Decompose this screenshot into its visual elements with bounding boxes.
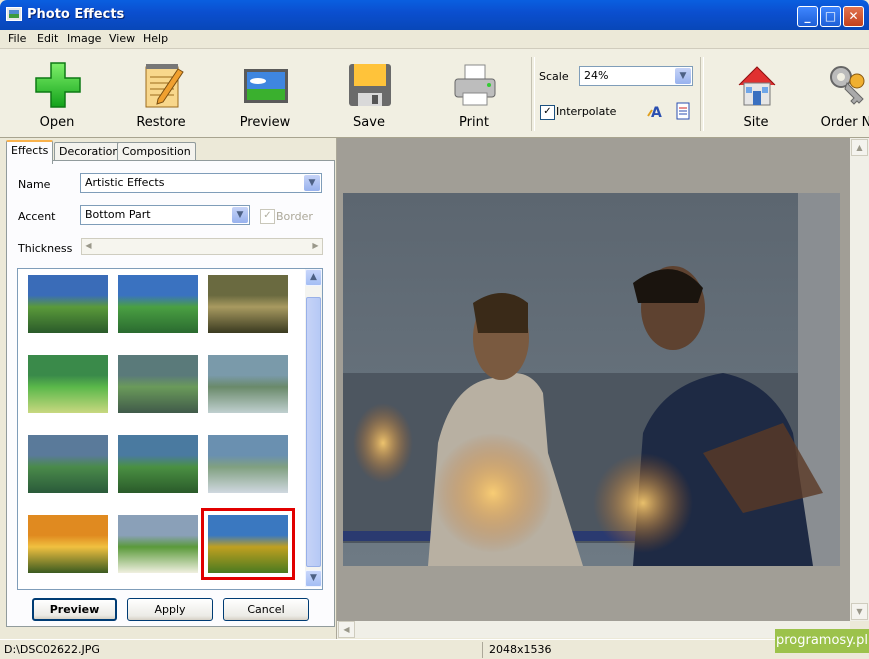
- effect-thumbnail[interactable]: [28, 515, 108, 573]
- chevron-down-icon[interactable]: ▼: [232, 207, 248, 223]
- preview-horizontal-scrollbar[interactable]: ◀: [337, 621, 850, 638]
- preview-button[interactable]: Preview: [32, 598, 117, 621]
- scroll-down-button[interactable]: ▼: [305, 570, 322, 587]
- border-checkbox[interactable]: ✓: [260, 209, 275, 224]
- thickness-label: Thickness: [18, 242, 73, 255]
- effect-thumbnail[interactable]: [118, 275, 198, 333]
- save-button[interactable]: Save: [324, 57, 414, 135]
- effect-thumbnail[interactable]: [201, 508, 295, 580]
- scroll-down-button[interactable]: ▼: [851, 603, 868, 620]
- name-label: Name: [18, 178, 51, 191]
- effect-thumbnail[interactable]: [208, 355, 288, 413]
- menu-view[interactable]: View: [109, 32, 135, 45]
- preview-image: [343, 193, 840, 566]
- scroll-thumb[interactable]: [306, 297, 321, 567]
- toolbar-separator: [700, 57, 704, 131]
- effects-panel: Effects Decoration Composition Name Arti…: [0, 138, 337, 639]
- effect-thumbnail[interactable]: [118, 355, 198, 413]
- effect-name-select[interactable]: Artistic Effects ▼: [80, 173, 322, 193]
- toolbar-separator: [531, 57, 535, 131]
- preview-toolbar-button[interactable]: Preview: [220, 57, 310, 135]
- notepad-pencil-icon: [145, 64, 184, 108]
- effect-thumbnail[interactable]: [28, 275, 108, 333]
- plus-icon: [35, 62, 81, 108]
- watermark-badge: programosy.pl: [775, 629, 869, 653]
- window-title: Photo Effects: [27, 7, 125, 22]
- scroll-up-button[interactable]: ▲: [305, 269, 322, 286]
- menu-file[interactable]: File: [8, 32, 26, 45]
- minimize-button[interactable]: _: [797, 6, 818, 27]
- chevron-down-icon[interactable]: ▼: [675, 68, 691, 84]
- interpolate-checkbox[interactable]: ✓: [540, 105, 555, 120]
- menu-bar: File Edit Image View Help: [0, 30, 869, 49]
- chevron-left-icon[interactable]: ◀: [83, 240, 94, 251]
- interpolate-label: Interpolate: [556, 105, 617, 118]
- toolbar: Open Restore Preview Save Print Scale 24…: [0, 49, 869, 138]
- order-button[interactable]: Order N: [801, 57, 869, 135]
- chevron-right-icon[interactable]: ▶: [310, 240, 321, 251]
- image-preview-area: [337, 138, 850, 621]
- menu-help[interactable]: Help: [143, 32, 168, 45]
- menu-image[interactable]: Image: [67, 32, 101, 45]
- scale-label: Scale: [539, 70, 569, 83]
- thumbnail-scrollbar[interactable]: ▲ ▼: [305, 269, 322, 587]
- accent-select[interactable]: Bottom Part ▼: [80, 205, 250, 225]
- effect-thumbnail[interactable]: [208, 435, 288, 493]
- effect-thumbnail[interactable]: [118, 435, 198, 493]
- scroll-up-button[interactable]: ▲: [851, 139, 868, 156]
- close-button[interactable]: ✕: [843, 6, 864, 27]
- floppy-disk-icon: [349, 64, 391, 106]
- tab-decoration[interactable]: Decoration: [54, 142, 125, 162]
- restore-button[interactable]: Restore: [116, 57, 206, 135]
- effect-thumbnail[interactable]: [208, 275, 288, 333]
- printer-icon: [454, 64, 496, 106]
- tab-composition[interactable]: Composition: [117, 142, 196, 162]
- menu-edit[interactable]: Edit: [37, 32, 58, 45]
- status-image-size: 2048x1536: [482, 642, 552, 658]
- site-button[interactable]: Site: [711, 57, 801, 135]
- app-icon: [6, 7, 22, 21]
- status-file-path: D:\DSC02622.JPG: [4, 643, 100, 656]
- maximize-button[interactable]: □: [820, 6, 841, 27]
- open-button[interactable]: Open: [12, 57, 102, 135]
- tab-effects[interactable]: Effects: [6, 140, 54, 164]
- border-label: Border: [276, 210, 313, 223]
- house-icon: [738, 66, 776, 106]
- cancel-button[interactable]: Cancel: [223, 598, 309, 621]
- effect-thumbnail[interactable]: [28, 355, 108, 413]
- effect-thumbnail-list: ▲ ▼: [17, 268, 323, 590]
- document-icon[interactable]: [675, 102, 691, 120]
- status-bar: D:\DSC02622.JPG 2048x1536: [0, 639, 869, 659]
- keys-icon: [830, 66, 865, 105]
- thickness-slider[interactable]: ◀ ▶: [81, 238, 323, 255]
- svg-text:A: A: [651, 105, 662, 120]
- text-color-icon[interactable]: A: [646, 102, 664, 120]
- chevron-down-icon[interactable]: ▼: [304, 175, 320, 191]
- scale-select[interactable]: 24% ▼: [579, 66, 693, 86]
- apply-button[interactable]: Apply: [127, 598, 213, 621]
- preview-vertical-scrollbar[interactable]: ▲ ▼: [850, 138, 869, 621]
- title-bar: Photo Effects _ □ ✕: [0, 0, 869, 30]
- accent-label: Accent: [18, 210, 56, 223]
- scroll-left-button[interactable]: ◀: [338, 621, 355, 638]
- effect-thumbnail[interactable]: [118, 515, 198, 573]
- print-button[interactable]: Print: [429, 57, 519, 135]
- effect-thumbnail[interactable]: [28, 435, 108, 493]
- landscape-picture-icon: [244, 69, 288, 103]
